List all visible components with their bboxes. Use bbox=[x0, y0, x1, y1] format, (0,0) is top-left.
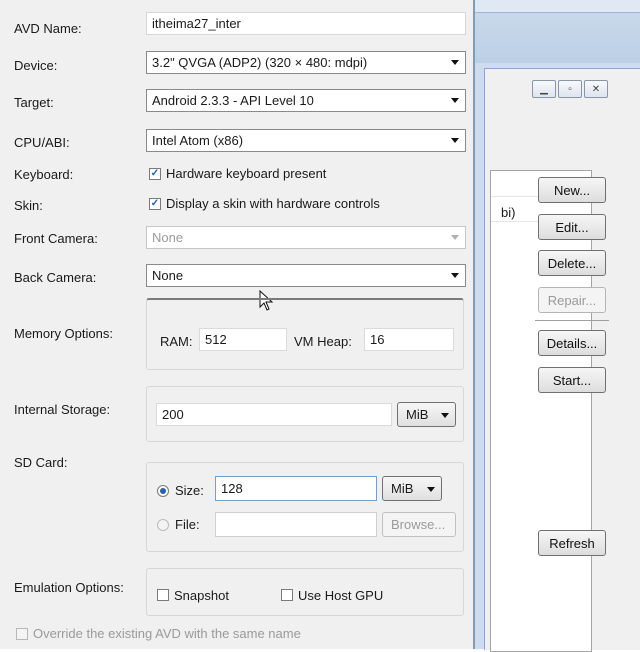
device-value: 3.2" QVGA (ADP2) (320 × 480: mdpi) bbox=[152, 55, 368, 70]
close-icon: ✕ bbox=[591, 83, 601, 95]
sd-file-label: File: bbox=[175, 517, 200, 532]
host-gpu-label: Use Host GPU bbox=[298, 588, 384, 603]
edit-button[interactable]: Edit... bbox=[538, 214, 606, 240]
cpu-abi-select[interactable]: Intel Atom (x86) bbox=[146, 129, 466, 152]
edit-avd-dialog: AVD Name: itheima27_inter Device: 3.2" Q… bbox=[0, 0, 475, 649]
chevron-down-icon bbox=[441, 413, 449, 418]
window-top-strip bbox=[470, 0, 640, 12]
minimize-button[interactable]: ▁ bbox=[532, 80, 556, 98]
back-camera-select[interactable]: None bbox=[146, 264, 466, 287]
front-camera-select[interactable]: None bbox=[146, 226, 466, 249]
host-gpu-checkbox[interactable] bbox=[281, 589, 293, 601]
minimize-icon: ▁ bbox=[540, 83, 548, 95]
front-camera-label: Front Camera: bbox=[14, 231, 98, 246]
hardware-keyboard-label: Hardware keyboard present bbox=[166, 166, 327, 181]
chevron-down-icon bbox=[451, 60, 459, 65]
emulation-options-label: Emulation Options: bbox=[14, 580, 124, 595]
chevron-down-icon bbox=[451, 235, 459, 240]
skin-label: Skin: bbox=[14, 198, 43, 213]
chevron-down-icon bbox=[451, 273, 459, 278]
ram-label: RAM: bbox=[160, 334, 193, 349]
back-camera-value: None bbox=[152, 268, 184, 283]
avd-name-field[interactable]: itheima27_inter bbox=[146, 12, 466, 35]
vm-heap-field[interactable]: 16 bbox=[364, 328, 454, 351]
keyboard-label: Keyboard: bbox=[14, 167, 74, 182]
front-camera-value: None bbox=[152, 230, 184, 245]
sd-size-radio[interactable] bbox=[157, 485, 169, 497]
target-value: Android 2.3.3 - API Level 10 bbox=[152, 93, 314, 108]
internal-storage-label: Internal Storage: bbox=[14, 402, 111, 417]
vm-heap-label: VM Heap: bbox=[294, 334, 352, 349]
repair-button[interactable]: Repair... bbox=[538, 287, 606, 313]
chevron-down-icon bbox=[451, 98, 459, 103]
sd-file-radio[interactable] bbox=[157, 519, 169, 531]
new-button[interactable]: New... bbox=[538, 177, 606, 203]
maximize-button[interactable]: ▫ bbox=[558, 80, 582, 98]
sd-file-field[interactable] bbox=[215, 512, 377, 537]
device-label: Device: bbox=[14, 58, 58, 73]
start-button[interactable]: Start... bbox=[538, 367, 606, 393]
delete-button[interactable]: Delete... bbox=[538, 250, 606, 276]
chevron-down-icon bbox=[451, 138, 459, 143]
close-button[interactable]: ✕ bbox=[584, 80, 608, 98]
internal-storage-unit-select[interactable]: MiB bbox=[397, 402, 456, 427]
ram-field[interactable]: 512 bbox=[199, 328, 287, 351]
abi-cell: bi) bbox=[501, 205, 516, 220]
back-camera-label: Back Camera: bbox=[14, 270, 97, 285]
cpu-abi-value: Intel Atom (x86) bbox=[152, 133, 244, 148]
sd-size-unit-select[interactable]: MiB bbox=[382, 476, 442, 501]
maximize-icon: ▫ bbox=[568, 83, 572, 95]
browse-button[interactable]: Browse... bbox=[382, 512, 456, 537]
snapshot-checkbox[interactable] bbox=[157, 589, 169, 601]
details-button[interactable]: Details... bbox=[538, 330, 606, 356]
memory-options-label: Memory Options: bbox=[14, 326, 113, 341]
sd-size-label: Size: bbox=[175, 483, 204, 498]
avd-name-label: AVD Name: bbox=[14, 21, 82, 36]
override-checkbox[interactable] bbox=[16, 628, 28, 640]
snapshot-label: Snapshot bbox=[174, 588, 229, 603]
refresh-button[interactable]: Refresh bbox=[538, 530, 606, 556]
chevron-down-icon bbox=[427, 487, 435, 492]
sd-size-unit: MiB bbox=[391, 481, 414, 496]
target-select[interactable]: Android 2.3.3 - API Level 10 bbox=[146, 89, 466, 112]
skin-checkbox-label: Display a skin with hardware controls bbox=[166, 196, 380, 211]
device-select[interactable]: 3.2" QVGA (ADP2) (320 × 480: mdpi) bbox=[146, 51, 466, 74]
sd-size-field[interactable]: 128 bbox=[215, 476, 377, 501]
check-icon: ✓ bbox=[150, 168, 160, 179]
cpu-abi-label: CPU/ABI: bbox=[14, 135, 70, 150]
internal-storage-unit: MiB bbox=[406, 407, 429, 422]
hardware-keyboard-checkbox[interactable]: ✓ bbox=[149, 168, 161, 180]
check-icon: ✓ bbox=[150, 198, 160, 209]
target-label: Target: bbox=[14, 95, 54, 110]
skin-checkbox[interactable]: ✓ bbox=[149, 198, 161, 210]
sd-card-label: SD Card: bbox=[14, 455, 68, 470]
avd-list[interactable]: bi) bbox=[490, 170, 592, 652]
override-label: Override the existing AVD with the same … bbox=[33, 626, 301, 641]
window-titlebar bbox=[470, 12, 640, 63]
internal-storage-field[interactable]: 200 bbox=[156, 403, 392, 426]
button-separator bbox=[535, 320, 609, 321]
